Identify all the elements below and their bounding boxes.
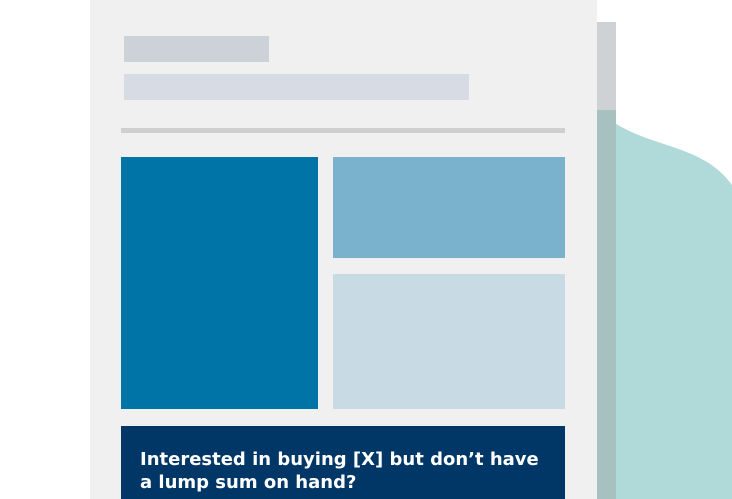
section-divider [121, 128, 565, 133]
cta-banner: Interested in buying [X] but don’t have … [121, 426, 565, 499]
image-placeholder-main [121, 157, 318, 409]
cta-banner-text: Interested in buying [X] but don’t have … [140, 449, 539, 493]
image-placeholder-top-right [333, 157, 565, 258]
wireframe-page-card: Interested in buying [X] but don’t have … [90, 0, 597, 499]
card-back-shadow-overlap [597, 110, 616, 499]
image-placeholder-bottom-right [333, 274, 565, 409]
subtitle-placeholder-bar [124, 74, 469, 100]
title-placeholder-bar [124, 36, 269, 62]
